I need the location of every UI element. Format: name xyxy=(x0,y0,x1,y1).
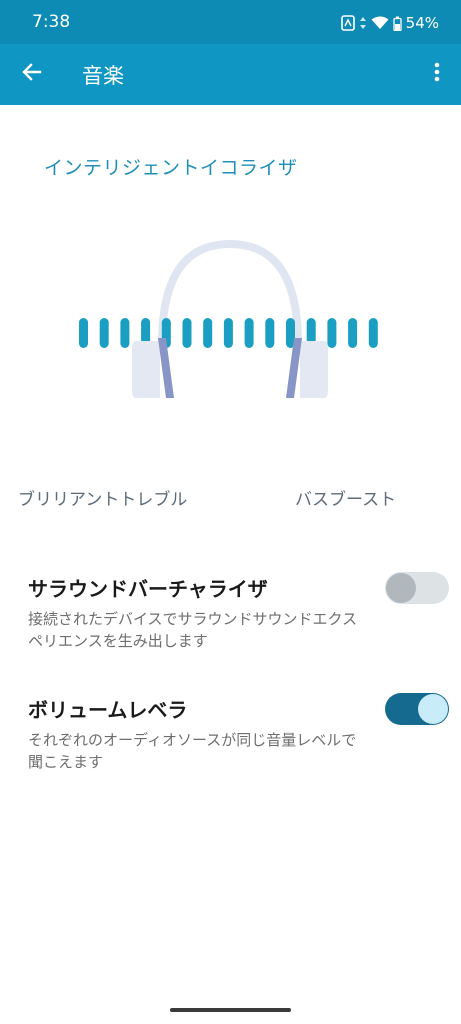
battery-icon xyxy=(393,16,402,31)
status-time: 7:38 xyxy=(32,12,71,32)
brilliant-treble-label[interactable]: ブリリアントトレブル xyxy=(18,485,187,510)
more-vert-icon xyxy=(434,62,440,86)
more-options-button[interactable] xyxy=(425,60,449,88)
battery-percent: 54% xyxy=(405,14,439,32)
status-icons: 54% xyxy=(340,14,439,32)
equalizer-graphic xyxy=(70,232,390,412)
volume-leveler-desc: それぞれのオーディオソースが同じ音量レベルで聞こえます xyxy=(28,731,357,771)
equalizer-bar xyxy=(368,318,378,348)
page-title: 音楽 xyxy=(82,64,124,88)
equalizer-bar xyxy=(79,318,88,348)
wifi-icon xyxy=(371,16,389,30)
surround-virtualizer-toggle[interactable] xyxy=(385,572,449,604)
equalizer-title: インテリジェントイコライザ xyxy=(44,157,298,179)
toggle-knob xyxy=(386,573,416,603)
app-bar: 音楽 xyxy=(0,44,461,105)
equalizer-bar xyxy=(348,318,358,348)
volume-leveler-toggle[interactable] xyxy=(385,693,449,725)
nfc-icon xyxy=(340,15,355,31)
equalizer-bar xyxy=(182,318,192,348)
back-button[interactable] xyxy=(16,58,48,90)
equalizer-bar xyxy=(265,318,275,348)
equalizer-bar xyxy=(244,318,254,348)
bass-boost-label[interactable]: バスブースト xyxy=(295,485,396,510)
equalizer-bar xyxy=(99,318,109,348)
arrow-left-icon xyxy=(22,62,42,86)
toggle-knob xyxy=(418,694,448,724)
equalizer-bar xyxy=(327,318,337,348)
equalizer-bar xyxy=(203,318,213,348)
equalizer-bars xyxy=(79,318,378,348)
equalizer-bar xyxy=(120,318,130,348)
home-indicator[interactable] xyxy=(170,1008,291,1012)
data-arrows-icon xyxy=(359,16,367,30)
surround-virtualizer-desc: 接続されたデバイスでサラウンドサウンドエクスペリエンスを生み出します xyxy=(28,610,358,650)
status-bar: 7:38 54% xyxy=(0,0,461,44)
equalizer-bar xyxy=(223,318,233,348)
